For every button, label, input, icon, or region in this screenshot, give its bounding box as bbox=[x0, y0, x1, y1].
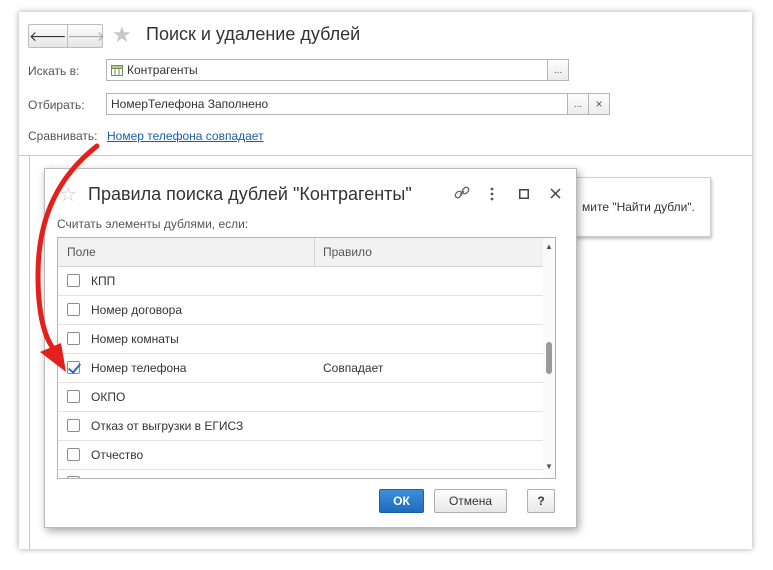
scroll-up-icon[interactable]: ▲ bbox=[545, 242, 553, 251]
left-border bbox=[29, 155, 30, 549]
dialog-title: Правила поиска дублей "Контрагенты" bbox=[88, 184, 412, 204]
more-vertical-icon[interactable] bbox=[489, 187, 495, 201]
forward-button[interactable]: 🡒 bbox=[66, 25, 106, 47]
hint-panel: мите "Найти дубли". bbox=[571, 177, 711, 237]
table-row[interactable]: Отказ от выгрузки в ЕГИСЗ bbox=[58, 412, 543, 441]
vertical-scrollbar[interactable]: ▲ ▼ bbox=[543, 238, 555, 478]
scroll-down-icon[interactable]: ▼ bbox=[545, 462, 553, 471]
table-header: Поле Правило bbox=[58, 238, 543, 267]
row-field: Отчество bbox=[91, 448, 144, 462]
navigation-buttons: 🡐 🡒 bbox=[28, 24, 106, 48]
divider bbox=[19, 155, 752, 156]
checkbox-icon[interactable] bbox=[67, 274, 80, 287]
column-separator bbox=[314, 238, 315, 266]
dialog-subtitle: Считать элементы дублями, если: bbox=[57, 217, 249, 231]
forward-arrow-icon: 🡒 bbox=[67, 27, 106, 44]
checkbox-icon[interactable] bbox=[67, 390, 80, 403]
search-in-label: Искать в: bbox=[28, 64, 80, 78]
row-field: Номер договора bbox=[91, 303, 182, 317]
row-field: Номер комнаты bbox=[91, 332, 179, 346]
table-row[interactable]: Отчество bbox=[58, 441, 543, 470]
compare-rules-link[interactable]: Номер телефона совпадает bbox=[107, 129, 264, 143]
table-row[interactable]: КПП bbox=[58, 267, 543, 296]
scrollbar-thumb[interactable] bbox=[546, 342, 552, 374]
search-in-field[interactable]: Контрагенты bbox=[106, 59, 548, 81]
search-in-value: Контрагенты bbox=[127, 63, 198, 77]
ok-button[interactable]: ОК bbox=[379, 489, 424, 513]
row-rule[interactable]: Совпадает bbox=[323, 361, 383, 375]
hint-text: мите "Найти дубли". bbox=[582, 200, 695, 214]
back-arrow-icon: 🡐 bbox=[29, 27, 67, 44]
row-field: КПП bbox=[91, 274, 116, 288]
back-button[interactable]: 🡐 bbox=[29, 25, 67, 47]
duplicate-rules-dialog: ☆ Правила поиска дублей "Контрагенты" Сч… bbox=[44, 168, 577, 528]
checkbox-checked-icon[interactable] bbox=[67, 361, 80, 374]
page-title: Поиск и удаление дублей bbox=[146, 24, 361, 44]
checkbox-icon[interactable] bbox=[67, 419, 80, 432]
maximize-icon[interactable] bbox=[519, 189, 529, 199]
row-field: ОКПО bbox=[91, 390, 126, 404]
search-in-select-button[interactable]: ... bbox=[547, 59, 569, 81]
checkbox-icon[interactable] bbox=[67, 303, 80, 316]
star-icon[interactable]: ☆ bbox=[59, 182, 77, 207]
compare-label: Сравнивать: bbox=[28, 129, 98, 143]
row-field: Отказ от выгрузки в ЕГИСЗ bbox=[91, 419, 244, 433]
link-icon[interactable] bbox=[454, 186, 470, 200]
help-button[interactable]: ? bbox=[527, 489, 555, 513]
column-header-field[interactable]: Поле bbox=[67, 245, 96, 259]
checkbox-icon[interactable] bbox=[67, 448, 80, 461]
close-icon[interactable] bbox=[550, 188, 561, 199]
table-icon bbox=[111, 64, 123, 76]
table-row[interactable]: ОКПО bbox=[58, 383, 543, 412]
table-row[interactable]: Номер договора bbox=[58, 296, 543, 325]
filter-value: НомерТелефона Заполнено bbox=[111, 97, 269, 111]
filter-clear-button[interactable]: × bbox=[588, 93, 610, 115]
rules-table: Поле Правило КПП Номер договора Номер ко… bbox=[57, 237, 556, 479]
column-header-rule[interactable]: Правило bbox=[323, 245, 372, 259]
checkbox-icon bbox=[67, 476, 80, 478]
table-row-partial bbox=[58, 470, 543, 478]
filter-label: Отбирать: bbox=[28, 98, 85, 112]
checkbox-icon[interactable] bbox=[67, 332, 80, 345]
row-field: Номер телефона bbox=[91, 361, 187, 375]
filter-select-button[interactable]: ... bbox=[567, 93, 589, 115]
table-row[interactable]: Номер телефона Совпадает bbox=[58, 354, 543, 383]
favorite-star-icon[interactable]: ★ bbox=[112, 22, 132, 48]
cancel-button[interactable]: Отмена bbox=[434, 489, 507, 513]
table-row[interactable]: Номер комнаты bbox=[58, 325, 543, 354]
clear-icon: × bbox=[595, 97, 603, 111]
filter-field[interactable]: НомерТелефона Заполнено bbox=[106, 93, 568, 115]
